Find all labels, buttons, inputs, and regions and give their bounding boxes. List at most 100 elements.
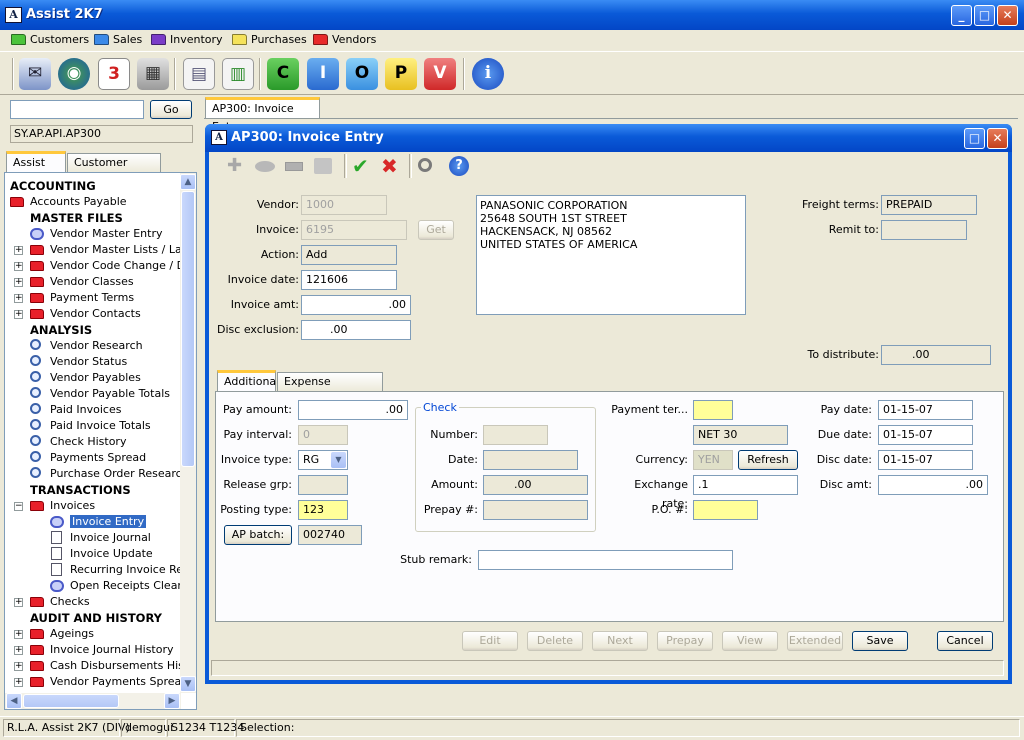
- scroll-down-icon[interactable]: ▼: [180, 676, 196, 692]
- eraser-icon[interactable]: [255, 161, 275, 172]
- prepay-button[interactable]: Prepay: [657, 631, 713, 651]
- expand-icon[interactable]: +: [14, 294, 23, 303]
- expand-icon[interactable]: +: [14, 678, 23, 687]
- currency-field[interactable]: YEN: [693, 450, 733, 470]
- menu-sales[interactable]: Sales: [93, 32, 142, 48]
- scroll-right-icon[interactable]: ▶: [164, 693, 180, 709]
- globe-icon[interactable]: ◉: [58, 58, 90, 90]
- printer-icon[interactable]: [314, 158, 332, 174]
- refresh-button[interactable]: Refresh: [738, 450, 798, 470]
- disc-date-field[interactable]: 01-15-07: [878, 450, 973, 470]
- tree-item-purchase-order-research[interactable]: Purchase Order Research: [30, 466, 189, 482]
- posting-type-field[interactable]: 123: [298, 500, 348, 520]
- menu-customers[interactable]: Customers: [10, 32, 89, 48]
- tree-item-vendor-code-change[interactable]: Vendor Code Change / Dele: [30, 258, 196, 274]
- ap-batch-button[interactable]: AP batch:: [224, 525, 292, 545]
- add-icon[interactable]: ✚: [227, 157, 245, 175]
- expand-icon[interactable]: +: [14, 246, 23, 255]
- invoice-amt-field[interactable]: .00: [301, 295, 411, 315]
- tree-item-paid-invoice-totals[interactable]: Paid Invoice Totals: [30, 418, 151, 434]
- tree-item-vendor-classes[interactable]: Vendor Classes: [30, 274, 134, 290]
- tree-item-invoice-update[interactable]: Invoice Update: [50, 546, 153, 562]
- accept-check-icon[interactable]: ✔: [352, 156, 369, 176]
- remit-to-field[interactable]: [881, 220, 967, 240]
- tree-item-vendor-payable-totals[interactable]: Vendor Payable Totals: [30, 386, 170, 402]
- exchange-rate-field[interactable]: .1: [693, 475, 798, 495]
- expand-icon[interactable]: +: [14, 262, 23, 271]
- mail-icon[interactable]: ✉: [19, 58, 51, 90]
- expand-icon[interactable]: +: [14, 662, 23, 671]
- menu-purchases[interactable]: Purchases: [231, 32, 307, 48]
- check-date-field[interactable]: [483, 450, 578, 470]
- scroll-up-icon[interactable]: ▲: [180, 174, 196, 190]
- tab-additional[interactable]: Additional: [217, 370, 279, 392]
- reject-x-icon[interactable]: ✖: [381, 156, 398, 176]
- purchases-p-icon[interactable]: P: [385, 58, 417, 90]
- extended-button[interactable]: Extended: [787, 631, 843, 651]
- expand-icon[interactable]: +: [14, 278, 23, 287]
- tree-item-cash-disbursements[interactable]: Cash Disbursements Histor: [30, 658, 196, 674]
- orders-o-icon[interactable]: O: [346, 58, 378, 90]
- invoice-date-field[interactable]: 121606: [301, 270, 397, 290]
- expand-icon[interactable]: +: [14, 598, 23, 607]
- tree-horizontal-scrollbar[interactable]: ◀ ▶: [5, 693, 181, 709]
- report-icon[interactable]: ▥: [222, 58, 254, 90]
- tree-item-vendor-payables[interactable]: Vendor Payables: [30, 370, 141, 386]
- freight-terms-field[interactable]: PREPAID: [881, 195, 977, 215]
- tree-item-invoices[interactable]: Invoices: [30, 498, 95, 514]
- tree-item-vendor-status[interactable]: Vendor Status: [30, 354, 127, 370]
- tree-item-paid-invoices[interactable]: Paid Invoices: [30, 402, 121, 418]
- vendor-field[interactable]: 1000: [301, 195, 387, 215]
- search-icon[interactable]: [418, 158, 432, 172]
- save-button[interactable]: Save: [852, 631, 908, 651]
- tree-item-payments-spread[interactable]: Payments Spread: [30, 450, 146, 466]
- tree-item-accounts-payable[interactable]: Accounts Payable: [10, 194, 127, 210]
- minimize-button[interactable]: _: [951, 5, 972, 26]
- get-button[interactable]: Get: [418, 220, 454, 240]
- tree-item-invoice-entry[interactable]: Invoice Entry: [50, 514, 147, 530]
- pay-interval-field[interactable]: 0: [298, 425, 348, 445]
- info-icon[interactable]: i: [472, 58, 504, 90]
- chevron-down-icon[interactable]: ▼: [331, 452, 346, 468]
- expand-icon[interactable]: +: [14, 646, 23, 655]
- disc-exclusion-field[interactable]: .00: [301, 320, 411, 340]
- tree-item-invoice-journal-history[interactable]: Invoice Journal History: [30, 642, 174, 658]
- inventory-i-icon[interactable]: I: [307, 58, 339, 90]
- vendors-v-icon[interactable]: V: [424, 58, 456, 90]
- calendar-icon[interactable]: 3: [98, 58, 130, 90]
- menu-inventory[interactable]: Inventory: [150, 32, 223, 48]
- pay-amount-field[interactable]: .00: [298, 400, 408, 420]
- invoice-type-select[interactable]: RG ▼: [298, 450, 348, 470]
- collapse-icon[interactable]: −: [14, 502, 23, 511]
- stub-remark-field[interactable]: [478, 550, 733, 570]
- tree-item-vendor-master-lists[interactable]: Vendor Master Lists / Label: [30, 242, 196, 258]
- search-input[interactable]: [10, 100, 144, 119]
- tab-assist-2k7[interactable]: Assist 2K7: [6, 151, 66, 187]
- tree-item-open-receipts[interactable]: Open Receipts Clearin: [50, 578, 192, 594]
- tree-item-vendor-payments-spread[interactable]: Vendor Payments Spread R: [30, 674, 196, 690]
- maximize-button[interactable]: □: [974, 5, 995, 26]
- due-date-field[interactable]: 01-15-07: [878, 425, 973, 445]
- cancel-button[interactable]: Cancel: [937, 631, 993, 651]
- tab-customer-service[interactable]: Customer Service: [67, 153, 161, 187]
- disc-amt-field[interactable]: .00: [878, 475, 988, 495]
- tree-item-payment-terms[interactable]: Payment Terms: [30, 290, 134, 306]
- payment-terms-field[interactable]: [693, 400, 733, 420]
- go-button[interactable]: Go: [150, 100, 192, 119]
- action-field[interactable]: Add: [301, 245, 397, 265]
- tree-item-vendor-contacts[interactable]: Vendor Contacts: [30, 306, 141, 322]
- expand-icon[interactable]: +: [14, 310, 23, 319]
- minus-icon[interactable]: [285, 162, 303, 171]
- tree-item-checks[interactable]: Checks: [30, 594, 90, 610]
- check-number-field[interactable]: [483, 425, 548, 445]
- next-button[interactable]: Next: [592, 631, 648, 651]
- edit-button[interactable]: Edit: [462, 631, 518, 651]
- calculator-icon[interactable]: ▦: [137, 58, 169, 90]
- release-grp-field[interactable]: [298, 475, 348, 495]
- invoice-field[interactable]: 6195: [301, 220, 407, 240]
- close-button[interactable]: ✕: [997, 5, 1018, 26]
- view-button[interactable]: View: [722, 631, 778, 651]
- tab-expense-distribution[interactable]: Expense Distribution: [277, 372, 383, 406]
- tree-item-recurring-invoice[interactable]: Recurring Invoice Rele: [50, 562, 193, 578]
- close-button[interactable]: ✕: [987, 128, 1008, 149]
